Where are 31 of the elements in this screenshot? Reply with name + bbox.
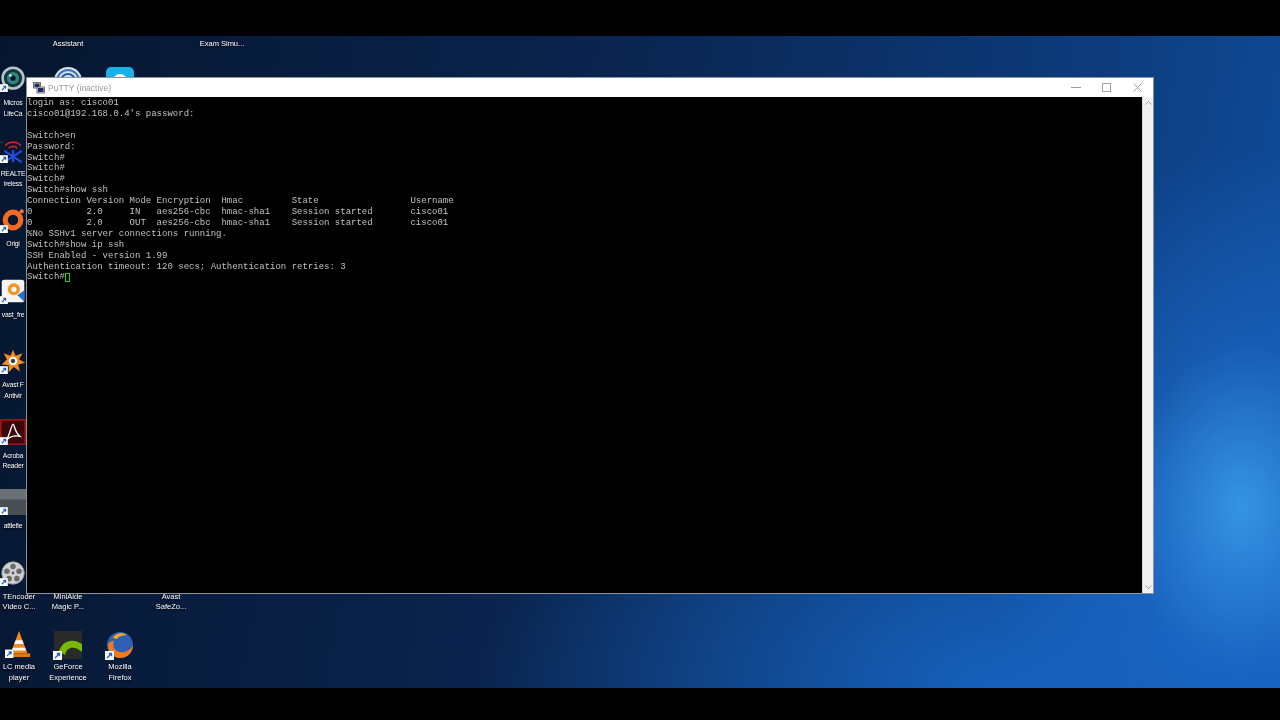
window-title: PuTTY (inactive): [48, 82, 112, 93]
terminal-line: SSH Enabled - version 1.99: [27, 250, 168, 262]
terminal-line: Switch>en: [27, 130, 76, 142]
terminal-line: Switch#: [27, 163, 65, 174]
terminal-line: cisco01@192.168.0.4's password:: [27, 108, 195, 120]
fox-globe-icon[interactable]: [105, 630, 135, 660]
terminal-line: Switch#: [27, 152, 65, 163]
terminal-line: login as: cisco01: [27, 98, 119, 109]
terminal-line: Switch#show ssh: [27, 185, 108, 196]
swirl-tile-icon[interactable]: [0, 418, 26, 445]
terminal-line: 0 2.0 OUT aes256-cbc hmac-sha1 Session started cisco01: [27, 217, 449, 229]
webcam-icon[interactable]: [0, 66, 26, 92]
maximize-icon[interactable]: [1102, 83, 1111, 92]
terminal-line: Connection Version Mode Encryption Hmac State Username: [27, 196, 454, 207]
splat-icon[interactable]: [0, 348, 26, 374]
traffic-cone-icon[interactable]: [5, 630, 33, 658]
terminal-line: Switch#: [27, 174, 65, 185]
installer-icon[interactable]: [0, 277, 26, 304]
terminal-line: Password:: [27, 141, 76, 153]
picture-tile-icon[interactable]: [0, 489, 26, 515]
text-cursor: [65, 273, 71, 283]
terminal-prompt: Switch#: [27, 272, 65, 284]
close-icon[interactable]: [1133, 83, 1142, 92]
swoosh-tile-icon[interactable]: [53, 630, 83, 660]
terminal-line: %No SSHv1 server connections running.: [27, 228, 227, 240]
terminal-line: 0 2.0 IN aes256-cbc hmac-sha1 Session started cisco01: [27, 207, 449, 218]
terminal-line: Switch#show ip ssh: [27, 239, 125, 251]
film-reel-icon[interactable]: [0, 559, 26, 586]
terminal-line: Authentication timeout: 120 secs; Authentication retries: 3: [27, 261, 346, 272]
computers-icon: [33, 81, 45, 94]
ring-icon[interactable]: [0, 207, 26, 233]
